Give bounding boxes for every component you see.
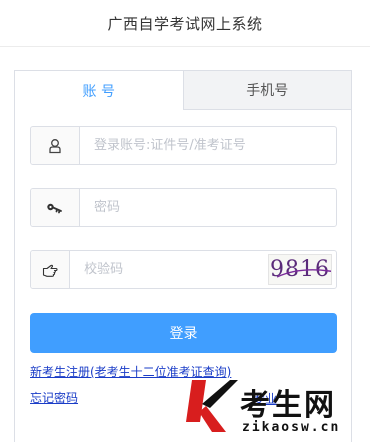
username-field xyxy=(30,126,337,165)
login-tabs: 账 号 手机号 xyxy=(15,71,351,110)
watermark-domain: zikaosw.cn xyxy=(242,420,341,435)
login-button[interactable]: 登录 xyxy=(30,313,337,353)
password-input[interactable] xyxy=(80,189,336,226)
watermark-brand: 考生网 xyxy=(240,388,336,423)
captcha-field: 9816 xyxy=(30,250,337,289)
captcha-input[interactable] xyxy=(70,251,269,288)
key-icon xyxy=(31,189,80,226)
tab-account[interactable]: 账 号 xyxy=(15,71,183,110)
user-icon xyxy=(31,127,80,164)
tab-account-label: 账 号 xyxy=(82,83,115,100)
forgot-password-link[interactable]: 忘记密码 xyxy=(30,389,78,406)
tab-phone[interactable]: 手机号 xyxy=(182,71,351,110)
page-header: 广西自学考试网上系统 xyxy=(0,0,370,47)
username-input[interactable] xyxy=(80,127,336,164)
page-title: 广西自学考试网上系统 xyxy=(107,14,263,33)
hand-pointer-icon xyxy=(31,251,71,288)
watermark-logo: 考生网 zikaosw.cn xyxy=(176,376,370,442)
captcha-noise xyxy=(276,269,332,278)
watermark-k-icon xyxy=(186,380,238,432)
password-field xyxy=(30,188,337,227)
tab-phone-label: 手机号 xyxy=(246,83,289,99)
captcha-image[interactable]: 9816 xyxy=(268,254,332,285)
